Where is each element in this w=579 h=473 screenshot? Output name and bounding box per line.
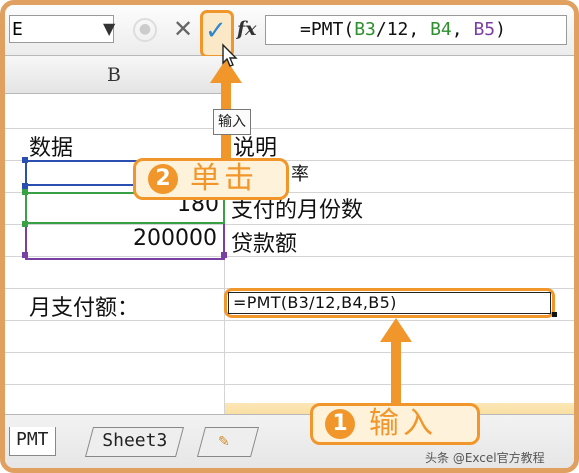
formula-ref-b5: B5 [473,19,496,40]
enter-tooltip: 输入 [213,109,251,135]
formula-ref-b4: B4 [430,19,452,40]
formula-input[interactable]: =PMT(B3/12, B4, B5) [265,15,567,45]
name-box[interactable]: E [9,15,114,43]
formula-bar: E ▼ ● ✕ ✓ fx =PMT(B3/12, B4, B5) [5,5,574,58]
cell-c7-text: =PMT(B3/12,B4,B5) [233,293,397,312]
excel-window: E ▼ ● ✕ ✓ fx =PMT(B3/12, B4, B5) B C 数据 … [0,0,579,473]
watermark: 头条 @Excel官方教程 [425,451,545,465]
step-number-2: 2 [148,164,178,194]
cell-c3-fragment[interactable]: 率 [291,160,309,186]
cancel-icon[interactable]: ✕ [173,15,193,43]
formula-part: /12, [375,19,431,40]
range-ref-b5 [25,224,225,260]
sheet-tab-pmt[interactable]: PMT [9,427,56,456]
grid-line [5,352,574,353]
name-box-dropdown-icon[interactable]: ▼ [103,15,115,43]
callout-arrow-1 [391,342,401,405]
cell-c7-editing[interactable]: =PMT(B3/12,B4,B5) [228,292,551,314]
ref-handle[interactable] [22,189,28,195]
grid-line [5,384,574,385]
grid-line [5,128,574,129]
sheet-tab-sheet3[interactable]: Sheet3 [84,427,185,457]
sheet-tab-sheet3-label: Sheet3 [102,430,168,451]
cell-grid[interactable]: 数据 说明 率 180 支付的月份数 200000 贷款额 月支付额： =PMT… [5,94,574,414]
callout-step-1-text: 输入 [369,406,437,441]
ref-handle[interactable] [22,157,28,163]
callout-step-2-text: 单击 [190,161,258,196]
arrow-head-up-icon [380,318,412,342]
callout-step-1: 1 输入 [310,403,480,445]
ref-handle[interactable] [221,252,227,258]
cell-b7[interactable]: 月支付额： [29,290,139,322]
insert-function-button[interactable]: fx [237,17,257,41]
formula-part: =PMT( [300,19,355,40]
insert-sheet-tab[interactable]: ✎ [196,427,260,457]
mouse-pointer-icon [222,43,238,67]
fill-handle[interactable] [552,312,557,317]
ref-handle[interactable] [22,252,28,258]
cell-c5[interactable]: 贷款额 [231,226,297,258]
insert-sheet-icon: ✎ [218,434,230,450]
callout-step-2: 2 单击 [133,158,289,200]
ref-handle[interactable] [22,221,28,227]
formula-ref-b3: B3 [354,19,376,40]
step-number-1: 1 [325,409,355,439]
formula-part: ) [495,19,506,40]
formula-part: , [451,19,474,40]
column-header-b[interactable]: B [5,56,224,94]
cell-b-header[interactable]: 数据 [29,130,73,162]
insert-circle-icon: ● [133,18,157,42]
